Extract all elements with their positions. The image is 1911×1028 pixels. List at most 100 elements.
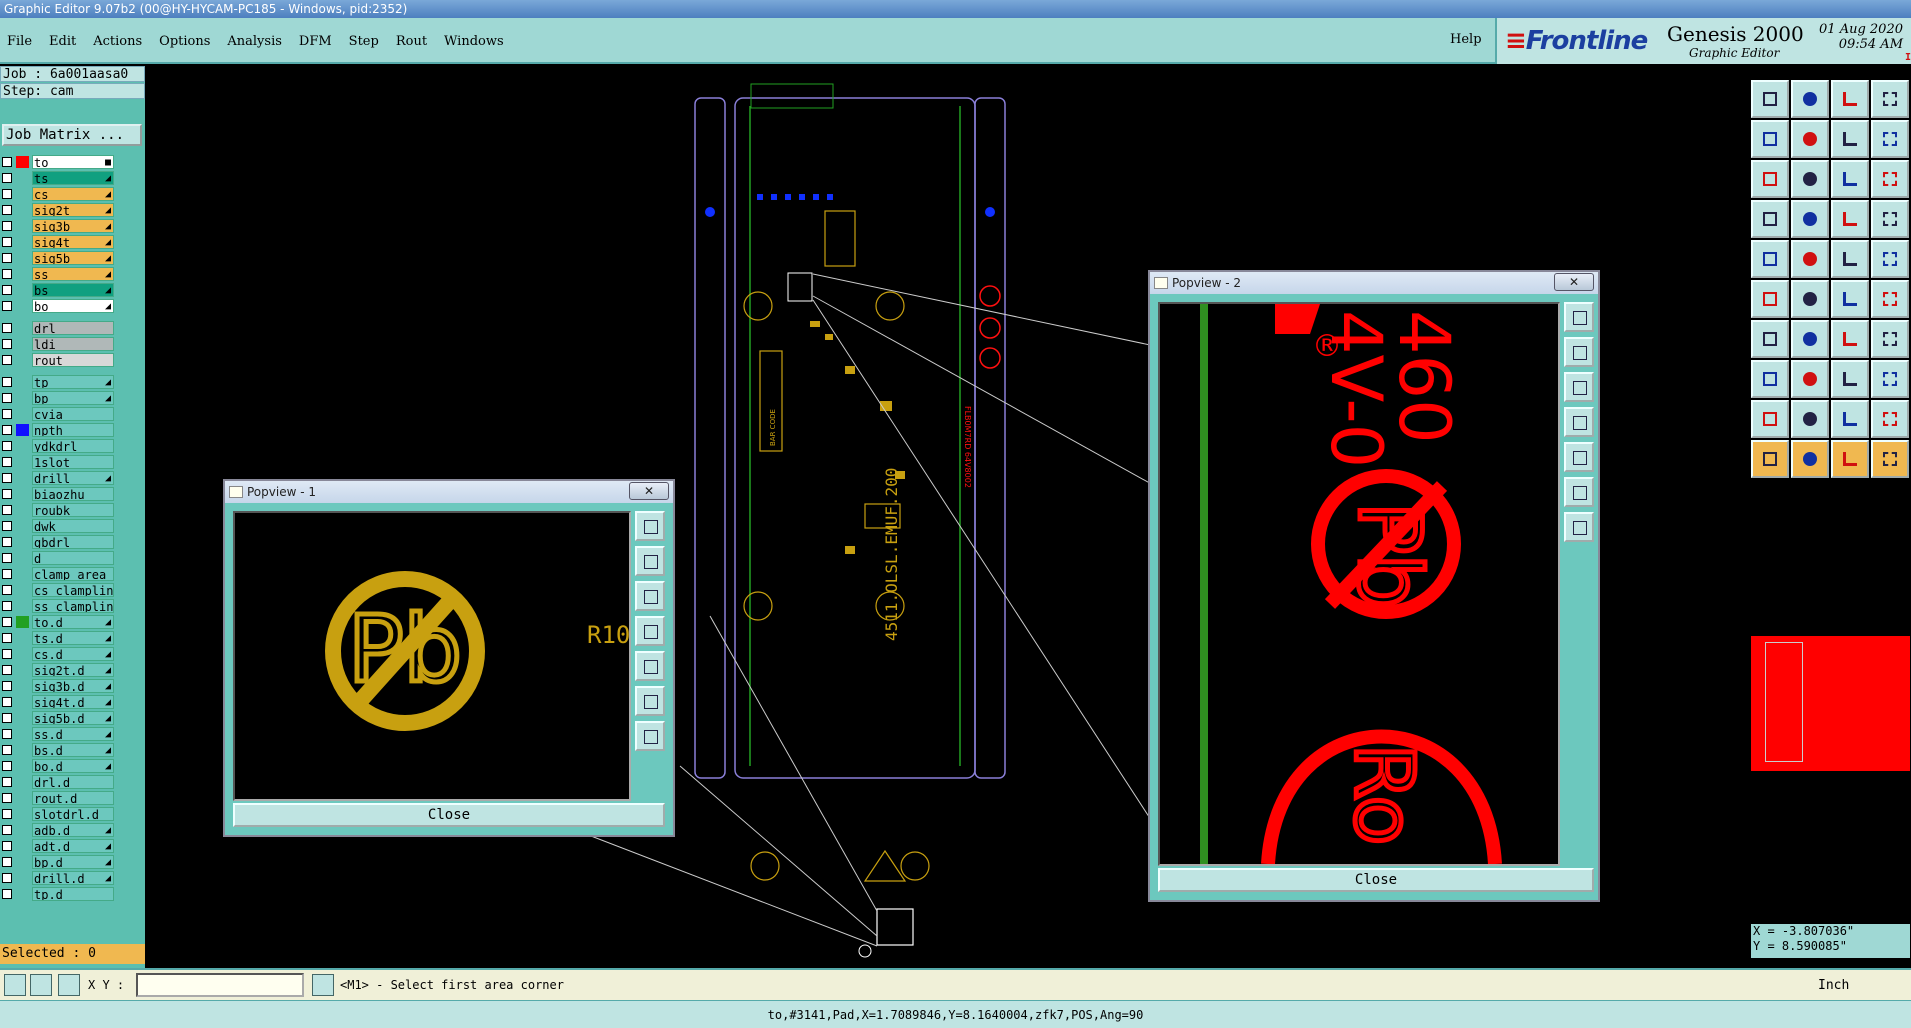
center-icon[interactable] <box>1791 160 1829 198</box>
layer-name[interactable]: ss_clampline <box>32 599 114 613</box>
layer-name[interactable]: cs_clampline <box>32 583 114 597</box>
layer-checkbox[interactable] <box>2 253 12 263</box>
layer-row[interactable]: ss_clampline <box>0 598 145 614</box>
layer-row[interactable]: cs.d ◢ <box>0 646 145 662</box>
layer-checkbox[interactable] <box>2 269 12 279</box>
grid-icon[interactable] <box>58 974 80 996</box>
layer-name[interactable]: ts.d ◢ <box>32 631 114 645</box>
pause-icon[interactable]: II <box>1905 52 1911 63</box>
layer-checkbox[interactable] <box>2 355 12 365</box>
zoom-in-icon[interactable] <box>1564 302 1594 332</box>
popview-1-close-x-button[interactable]: ✕ <box>629 482 669 500</box>
popview-2-titlebar[interactable]: Popview - 2 ✕ <box>1150 272 1598 294</box>
layer-name[interactable]: tp.d <box>32 887 114 901</box>
fit-icon[interactable] <box>635 686 665 716</box>
layer-name[interactable]: bs.d ◢ <box>32 743 114 757</box>
layer-row[interactable]: bp.d ◢ <box>0 854 145 870</box>
layer-checkbox[interactable] <box>2 237 12 247</box>
layer-checkbox[interactable] <box>2 205 12 215</box>
cross-icon[interactable] <box>1791 280 1829 318</box>
layer-checkbox[interactable] <box>2 601 12 611</box>
pan-right-icon[interactable] <box>1564 442 1594 472</box>
layer-name[interactable]: sig2t ◢ <box>32 203 114 217</box>
layer-checkbox[interactable] <box>2 681 12 691</box>
layer-row[interactable]: biaozhu <box>0 486 145 502</box>
layer-name[interactable]: sig4t ◢ <box>32 235 114 249</box>
units-selector[interactable]: Inch <box>1818 978 1849 993</box>
layer-row[interactable]: gbdrl <box>0 534 145 550</box>
layer-name[interactable]: 1slot <box>32 455 114 469</box>
layer-row[interactable]: drl.d <box>0 774 145 790</box>
layer-checkbox[interactable] <box>2 809 12 819</box>
layer-row[interactable]: adt.d ◢ <box>0 838 145 854</box>
pan-down-icon[interactable] <box>635 581 665 611</box>
snap-icon[interactable] <box>4 974 26 996</box>
layer-checkbox[interactable] <box>2 825 12 835</box>
zoom-in-icon[interactable] <box>635 511 665 541</box>
layer-name[interactable]: npth <box>32 423 114 437</box>
overview-map[interactable] <box>1751 636 1910 771</box>
layer-name[interactable]: d <box>32 551 114 565</box>
layer-name[interactable]: drl <box>32 321 114 335</box>
layer-name[interactable]: biaozhu <box>32 487 114 501</box>
popview-1-viewport[interactable]: Pb R10 <box>233 511 631 801</box>
move-icon[interactable] <box>1791 360 1829 398</box>
layer-name[interactable]: cs ◢ <box>32 187 114 201</box>
layer-name[interactable]: ss.d ◢ <box>32 727 114 741</box>
layer-name[interactable]: clamp_area <box>32 567 114 581</box>
probe-icon[interactable] <box>1831 200 1869 238</box>
layer-row[interactable]: adb.d ◢ <box>0 822 145 838</box>
menu-options[interactable]: Options <box>152 32 220 52</box>
layer-name[interactable]: drill ◢ <box>32 471 114 485</box>
layer-checkbox[interactable] <box>2 537 12 547</box>
array-icon[interactable] <box>1871 360 1909 398</box>
layer-checkbox[interactable] <box>2 761 12 771</box>
layer-row[interactable]: to ■ <box>0 154 145 170</box>
layers-icon[interactable] <box>1871 80 1909 118</box>
layer-row[interactable]: ts.d ◢ <box>0 630 145 646</box>
layer-checkbox[interactable] <box>2 617 12 627</box>
save-icon[interactable] <box>1751 80 1789 118</box>
fill-icon[interactable] <box>1791 240 1829 278</box>
layer-name[interactable]: sig3b.d ◢ <box>32 679 114 693</box>
popview-1-titlebar[interactable]: Popview - 1 ✕ <box>225 481 673 503</box>
home-icon[interactable] <box>1831 80 1869 118</box>
layer-row[interactable]: bs ◢ <box>0 282 145 298</box>
layer-checkbox[interactable] <box>2 569 12 579</box>
layer-row[interactable]: bp ◢ <box>0 390 145 406</box>
rotate-icon[interactable] <box>1831 320 1869 358</box>
layer-name[interactable]: adb.d ◢ <box>32 823 114 837</box>
pick-icon[interactable] <box>1831 440 1869 478</box>
zoom-home-icon[interactable] <box>635 721 665 751</box>
select-icon[interactable] <box>1791 440 1829 478</box>
layer-checkbox[interactable] <box>2 339 12 349</box>
layer-row[interactable]: sig2t.d ◢ <box>0 662 145 678</box>
layer-row[interactable]: bo.d ◢ <box>0 758 145 774</box>
paste-icon[interactable] <box>1791 120 1829 158</box>
split-icon[interactable] <box>1871 320 1909 358</box>
layer-row[interactable]: drill.d ◢ <box>0 870 145 886</box>
layer-checkbox[interactable] <box>2 221 12 231</box>
layer-row[interactable]: bs.d ◢ <box>0 742 145 758</box>
layer-row[interactable]: sig5b ◢ <box>0 250 145 266</box>
layer-name[interactable]: adt.d ◢ <box>32 839 114 853</box>
layer-name[interactable]: ydkdrl <box>32 439 114 453</box>
layer-checkbox[interactable] <box>2 857 12 867</box>
layer-checkbox[interactable] <box>2 793 12 803</box>
layer-name[interactable]: ldi <box>32 337 114 351</box>
layer-row[interactable]: bo ◢ <box>0 298 145 314</box>
layer-checkbox[interactable] <box>2 889 12 899</box>
layer-checkbox[interactable] <box>2 173 12 183</box>
menu-dfm[interactable]: DFM <box>292 32 342 52</box>
copy-icon[interactable] <box>1751 120 1789 158</box>
fit-icon[interactable] <box>1751 160 1789 198</box>
layer-checkbox[interactable] <box>2 633 12 643</box>
menu-actions[interactable]: Actions <box>86 32 152 52</box>
layer-name[interactable]: drill.d ◢ <box>32 871 114 885</box>
pause-toggle-icon[interactable] <box>312 974 334 996</box>
layer-row[interactable]: sig5b.d ◢ <box>0 710 145 726</box>
layer-row[interactable]: slotdrl.d <box>0 806 145 822</box>
layer-name[interactable]: sig2t.d ◢ <box>32 663 114 677</box>
pad-icon[interactable] <box>1751 240 1789 278</box>
zoom-out-icon[interactable] <box>635 546 665 576</box>
